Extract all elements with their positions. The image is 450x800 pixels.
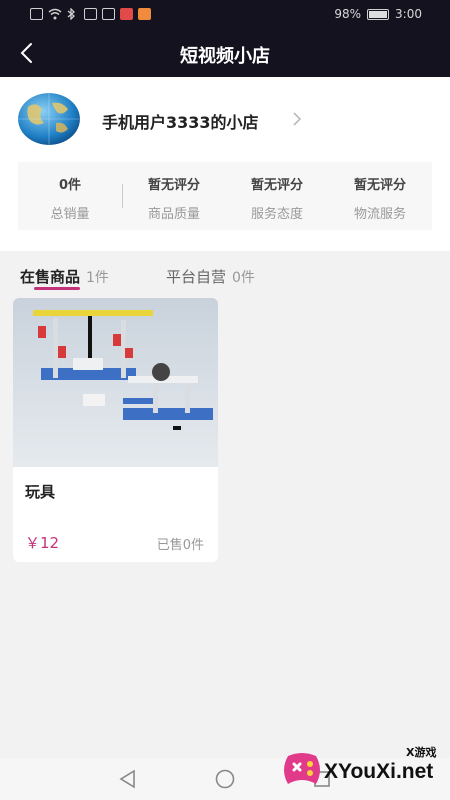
stat-value: 暂无评分 (147, 178, 200, 193)
tab-on-sale[interactable]: 在售商品 1件 (20, 266, 109, 287)
stat-product-quality: 暂无评分 商品质量 (124, 174, 224, 222)
tab-count: 0件 (232, 270, 255, 286)
shop-name[interactable]: 手机用户3333的小店 (102, 109, 259, 133)
tab-label: 在售商品 (20, 268, 81, 286)
status-icons (30, 7, 151, 21)
stat-value: 0件 (58, 178, 82, 193)
page-title: 短视频小店 (180, 46, 270, 67)
bluetooth-icon (66, 7, 79, 21)
stat-label: 物流服务 (353, 207, 406, 222)
stat-label: 服务态度 (250, 207, 303, 222)
status-bar: 98% 3:00 (0, 0, 450, 30)
home-circle-icon[interactable] (213, 767, 237, 791)
back-triangle-icon[interactable] (116, 767, 140, 791)
status-right: 98% 3:00 (334, 7, 422, 21)
product-image[interactable] (13, 298, 218, 467)
tab-count: 1件 (86, 270, 109, 286)
tab-label: 平台自营 (166, 268, 227, 286)
clock: 3:00 (395, 7, 422, 21)
product-title[interactable]: 玩具 (25, 481, 55, 502)
product-price: ￥12 (25, 534, 60, 552)
stat-service-attitude: 暂无评分 服务态度 (227, 174, 327, 222)
battery-icon (367, 8, 390, 20)
header-bar: 短视频小店 (0, 30, 450, 77)
shop-avatar[interactable] (18, 93, 80, 145)
stat-label: 总销量 (50, 207, 90, 222)
stat-total-sales: 0件 总销量 (20, 174, 120, 222)
globe-avatar-icon (18, 93, 80, 145)
product-sold-count: 已售0件 (156, 538, 204, 553)
wifi-icon (48, 8, 62, 20)
gamepad-logo-icon (284, 753, 320, 784)
notification-app-icon (138, 8, 151, 20)
active-tab-indicator (34, 287, 80, 290)
shop-stats: 0件 总销量 暂无评分 商品质量 暂无评分 服务态度 暂无评分 物流服务 (18, 162, 432, 230)
stat-value: 暂无评分 (353, 178, 406, 193)
stat-logistics-service: 暂无评分 物流服务 (330, 174, 430, 222)
shop-info-card: 手机用户3333的小店 0件 总销量 暂无评分 商品质量 暂无评分 服务态度 暂… (0, 77, 450, 251)
watermark-small-text: X游戏 (406, 746, 437, 759)
stat-value: 暂无评分 (250, 178, 303, 193)
product-card[interactable]: 玩具 ￥12 已售0件 (13, 298, 218, 562)
message-icon (120, 8, 133, 20)
sim-icon (102, 8, 115, 20)
alert-icon (30, 8, 43, 20)
stat-label: 商品质量 (147, 207, 200, 222)
stat-divider (122, 184, 123, 208)
chevron-right-icon[interactable] (290, 110, 304, 128)
battery-percent: 98% (334, 7, 362, 21)
product-tabs: 在售商品 1件 平台自营 0件 (0, 252, 450, 292)
vibrate-icon (84, 8, 97, 20)
watermark-text: XYouXi.net (324, 760, 434, 783)
watermark: X游戏 XYouXi.net (278, 738, 450, 800)
tab-platform-self-operated[interactable]: 平台自营 0件 (166, 266, 255, 287)
